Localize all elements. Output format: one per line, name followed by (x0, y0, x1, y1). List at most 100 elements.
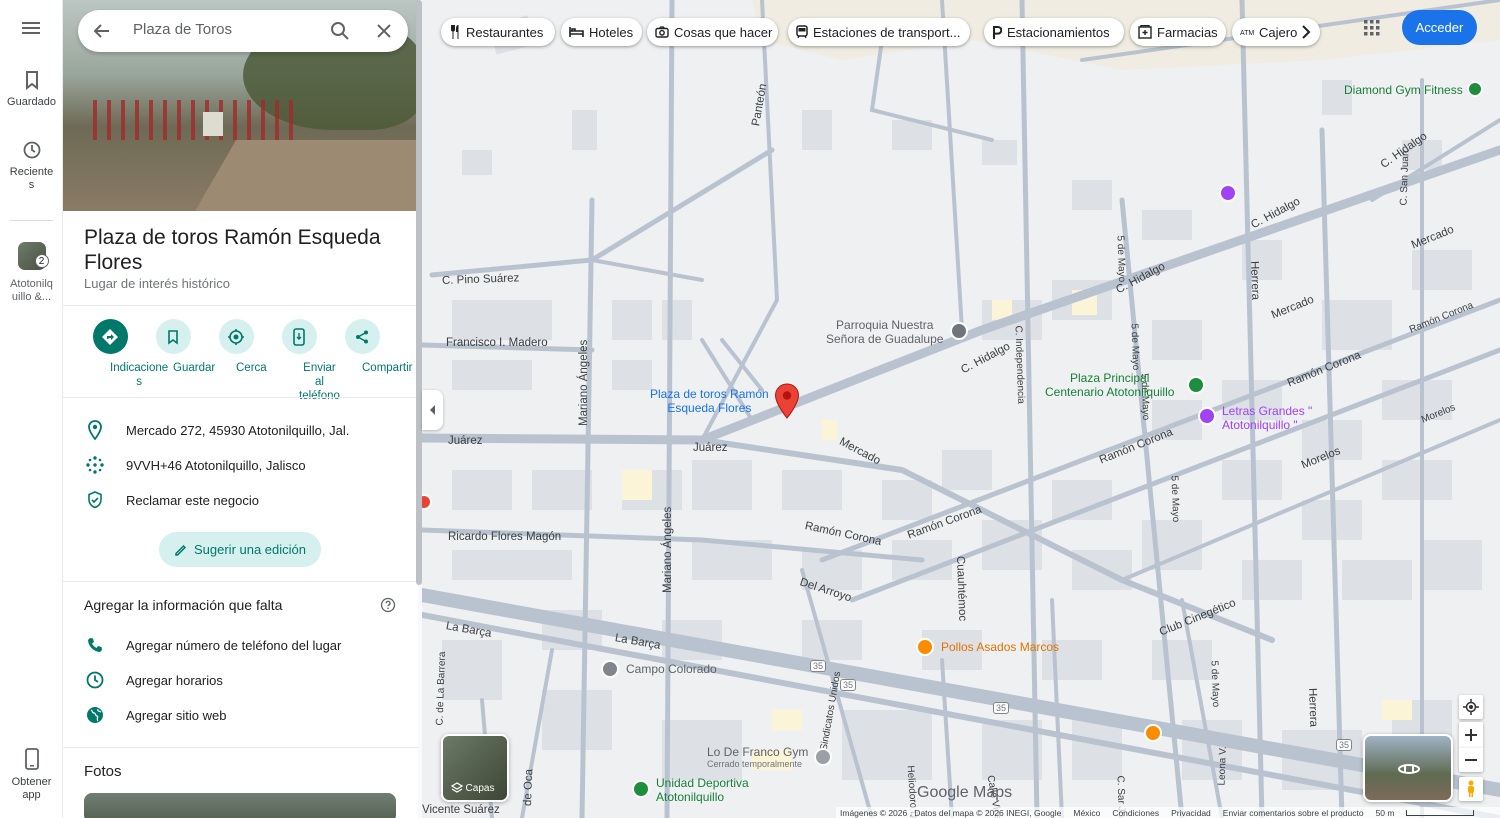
street-view-thumbnail[interactable] (1363, 734, 1453, 802)
poi-label[interactable]: Letras Grandes " Atotonilquillo " (1222, 404, 1312, 432)
attraction-icon[interactable] (1219, 184, 1237, 202)
share-button[interactable]: Compartir (329, 319, 412, 374)
poi-label[interactable]: Campo Colorado (626, 662, 717, 676)
close-icon[interactable] (374, 21, 394, 41)
action-row: Indicacione s Guardar Cerca Enviar al te… (77, 319, 412, 402)
hamburger-icon (21, 22, 40, 34)
get-app-button[interactable]: Obtener app (0, 748, 63, 802)
transit-icon (796, 25, 808, 39)
gym-icon[interactable] (814, 748, 832, 766)
recent-place-button[interactable]: 2 Atotonilq uillo &... (0, 242, 63, 304)
attribution-text[interactable]: Imágenes © 2026 , Datos del mapa © 2026 … (840, 808, 1061, 818)
location-pin-icon (88, 420, 102, 440)
layers-button[interactable]: Capas (441, 734, 509, 802)
bookmark-icon (168, 329, 178, 345)
map-canvas[interactable]: Panteón C. Pino Suárez Francisco I. Made… (422, 0, 1500, 818)
nearby-button[interactable]: Cerca (203, 319, 269, 374)
chip-things-to-do[interactable]: Cosas que hacer (647, 18, 778, 46)
claim-business-row[interactable]: Reclamar este negocio (84, 488, 404, 512)
recents-button[interactable]: Reciente s (0, 140, 63, 192)
attraction-icon[interactable] (1198, 407, 1216, 425)
divider (63, 305, 418, 306)
zoom-out-button[interactable] (1459, 748, 1483, 772)
recents-label: Reciente s (9, 166, 54, 191)
back-arrow-icon[interactable] (92, 21, 112, 41)
suggest-edit-button[interactable]: Sugerir una edición (159, 532, 321, 567)
chip-pharmacies-label: Farmacias (1157, 24, 1218, 40)
zoom-in-button[interactable] (1459, 722, 1483, 748)
pegman-button[interactable] (1459, 777, 1483, 801)
plus-icon (1465, 729, 1477, 741)
street-label: Ricardo Flores Magón (448, 531, 562, 543)
selected-place-label[interactable]: Plaza de toros Ramón Esqueda Flores (650, 387, 769, 415)
atm-icon: ATM (1240, 30, 1254, 36)
street-label: Juárez (448, 435, 483, 447)
chip-parking[interactable]: Estacionamientos (984, 18, 1124, 46)
poi-label[interactable]: Plaza Principal Centenario Atotonilquill… (1045, 371, 1174, 399)
park-icon[interactable] (1187, 376, 1205, 394)
photo-thumbnail[interactable] (84, 793, 396, 818)
my-location-button[interactable] (1459, 695, 1483, 719)
chip-hotels[interactable]: Hoteles (561, 18, 642, 46)
divider (63, 581, 418, 582)
place-category[interactable]: Lugar de interés histórico (84, 276, 230, 291)
menu-button[interactable] (0, 20, 63, 42)
parking-icon (993, 25, 1002, 39)
missing-info-title: Agregar la información que falta (84, 597, 283, 613)
get-app-label: Obtener app (11, 776, 52, 801)
verified-shield-icon (88, 491, 102, 509)
claim-business-text: Reclamar este negocio (126, 492, 259, 508)
search-input[interactable] (133, 21, 323, 38)
search-icon[interactable] (330, 21, 350, 41)
collapse-panel-button[interactable] (422, 390, 443, 430)
saved-button[interactable]: Guardado (0, 70, 63, 109)
help-icon[interactable] (380, 597, 396, 613)
privacy-link[interactable]: Privacidad (1171, 808, 1211, 818)
poi-label[interactable]: Diamond Gym Fitness (1344, 83, 1463, 97)
sports-icon[interactable] (632, 780, 650, 798)
selected-place-pin-icon[interactable] (774, 383, 800, 419)
apps-grid-icon[interactable] (1363, 19, 1381, 37)
map-footer: Imágenes © 2026 , Datos del mapa © 2026 … (836, 807, 1500, 818)
poi-label[interactable]: Unidad Deportiva Atotonilquillo (656, 776, 749, 804)
plus-code-row[interactable]: 9VVH+46 Atotonilquillo, Jalisco (84, 453, 404, 477)
pegman-icon (1468, 780, 1474, 797)
restaurant-icon[interactable] (916, 638, 934, 656)
route-shield: 35 (810, 660, 827, 672)
chip-restaurants[interactable]: Restaurantes (441, 18, 555, 46)
chip-parking-label: Estacionamientos (1007, 24, 1110, 40)
camera-icon (655, 26, 669, 38)
add-hours-row[interactable]: Agregar horarios (84, 668, 404, 692)
street-label: Leona V. (1216, 746, 1229, 786)
chip-pharmacies[interactable]: Farmacias (1130, 18, 1226, 46)
add-phone-row[interactable]: Agregar número de teléfono del lugar (84, 633, 404, 657)
gym-icon[interactable] (1467, 81, 1483, 97)
hero-road (189, 140, 418, 211)
address-row[interactable]: Mercado 272, 45930 Atotonilquillo, Jal. (84, 418, 404, 442)
poi-label[interactable]: Parroquia Nuestra Señora de Guadalupe (826, 318, 943, 346)
restaurant-icon[interactable] (1144, 724, 1162, 742)
scale-label[interactable]: 50 m (1376, 808, 1395, 818)
church-icon[interactable] (950, 322, 968, 340)
plus-code-text: 9VVH+46 Atotonilquillo, Jalisco (126, 457, 306, 473)
chip-transit[interactable]: Estaciones de transport... (788, 18, 970, 46)
phone-icon (88, 638, 102, 652)
poi-label[interactable]: Pollos Asados Marcos (941, 640, 1059, 654)
place-icon[interactable] (601, 660, 619, 678)
street-label: 5 de Mayo (1208, 660, 1222, 708)
sign-in-button[interactable]: Acceder (1402, 10, 1477, 45)
street-label: C. San Juan (1398, 150, 1412, 206)
directions-button[interactable]: Indicacione s (77, 319, 168, 388)
feedback-link[interactable]: Enviar comentarios sobre el producto (1223, 808, 1364, 818)
country-link[interactable]: México (1073, 808, 1100, 818)
terms-link[interactable]: Condiciones (1112, 808, 1159, 818)
send-to-phone-button[interactable]: Enviar al teléfono (266, 319, 340, 402)
poi-label[interactable]: Lo De Franco Gym (707, 745, 808, 759)
address-text: Mercado 272, 45930 Atotonilquillo, Jal. (126, 422, 350, 438)
clock-icon (86, 671, 104, 689)
street-label: 5 de Mayo (1114, 235, 1128, 283)
save-button[interactable]: Guardar (140, 319, 215, 374)
chevron-right-icon[interactable] (1301, 25, 1311, 39)
add-website-row[interactable]: Agregar sitio web (84, 703, 404, 727)
scale-bar (1406, 809, 1475, 816)
